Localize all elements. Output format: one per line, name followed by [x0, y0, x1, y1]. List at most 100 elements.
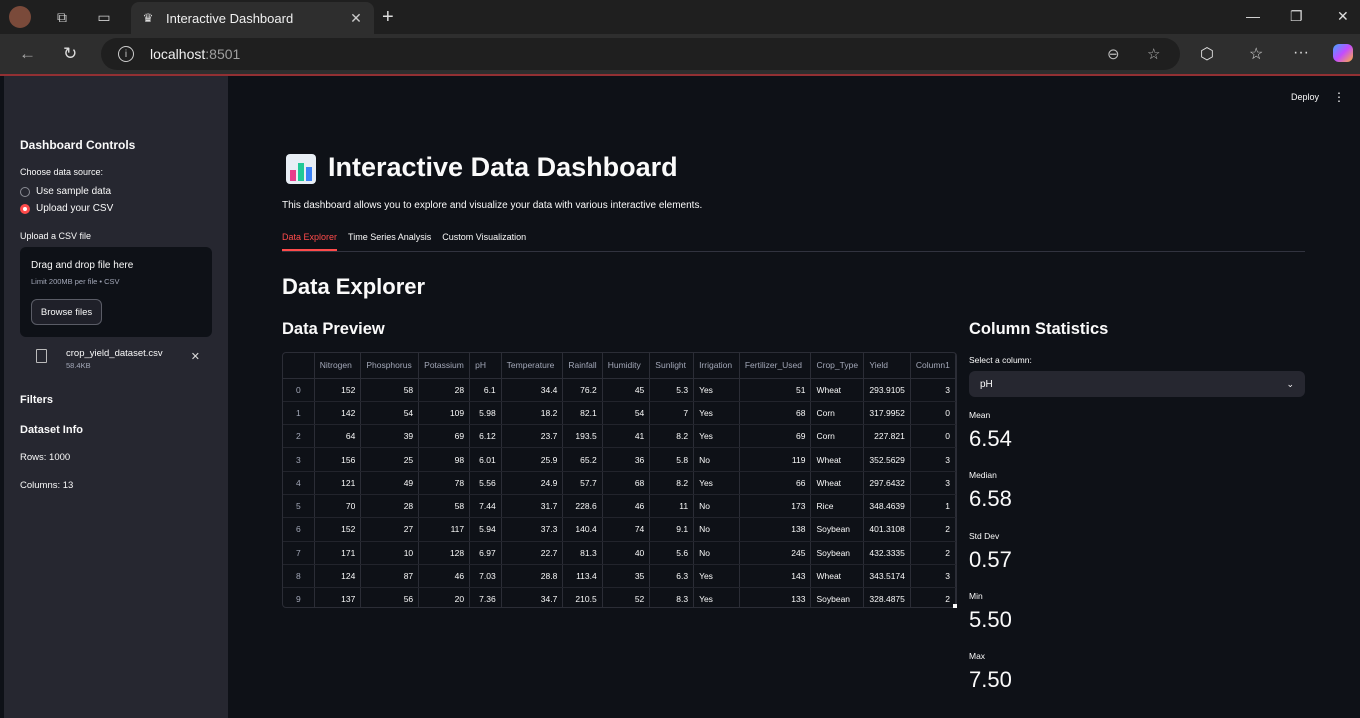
table-cell[interactable]: 7	[649, 401, 695, 426]
table-cell[interactable]: 10	[360, 541, 420, 565]
table-cell[interactable]: No	[693, 447, 740, 472]
table-cell[interactable]: 6.01	[469, 447, 502, 472]
main-menu-icon[interactable]: ⋮	[1333, 90, 1345, 104]
table-cell[interactable]: 109	[418, 401, 471, 426]
table-cell[interactable]: 82.1	[562, 401, 603, 426]
table-cell[interactable]: 28.8	[501, 564, 564, 589]
table-cell[interactable]: 317.9952	[863, 401, 911, 426]
column-header[interactable]: Sunlight	[649, 353, 695, 379]
table-cell[interactable]: 133	[739, 587, 812, 607]
table-cell[interactable]: 78	[418, 471, 471, 495]
radio-use-sample-data[interactable]: Use sample data	[20, 186, 111, 197]
table-cell[interactable]: 40	[602, 541, 651, 565]
table-cell[interactable]: 7.36	[469, 587, 502, 607]
table-resize-handle[interactable]	[953, 604, 957, 608]
table-cell[interactable]: No	[693, 494, 740, 519]
zoom-icon[interactable]: ⊖	[1107, 45, 1120, 63]
table-cell[interactable]: 128	[418, 541, 471, 565]
close-tab-icon[interactable]: ✕	[346, 10, 366, 27]
row-index[interactable]: 1	[283, 401, 315, 426]
table-cell[interactable]: Rice	[810, 494, 865, 519]
table-cell[interactable]: 5.8	[649, 447, 695, 472]
table-cell[interactable]: 36	[602, 447, 651, 472]
table-cell[interactable]: 69	[418, 424, 471, 449]
profile-avatar-icon[interactable]	[9, 6, 31, 28]
table-cell[interactable]: 58	[360, 378, 420, 402]
table-cell[interactable]: 171	[314, 541, 362, 565]
table-cell[interactable]: 0	[910, 424, 956, 449]
browser-tab-active[interactable]: ♛ Interactive Dashboard ✕	[131, 2, 374, 34]
column-select[interactable]: pH ⌄	[969, 371, 1305, 397]
table-cell[interactable]: Soybean	[810, 541, 865, 565]
table-cell[interactable]: 27	[360, 517, 420, 542]
deploy-button[interactable]: Deploy	[1291, 92, 1319, 102]
table-cell[interactable]: 49	[360, 471, 420, 495]
table-cell[interactable]: 8.3	[649, 587, 695, 607]
table-cell[interactable]: 1	[910, 494, 956, 519]
column-header[interactable]: Temperature	[501, 353, 564, 379]
table-cell[interactable]: 65.2	[562, 447, 603, 472]
table-cell[interactable]: No	[693, 517, 740, 542]
browse-files-button[interactable]: Browse files	[31, 299, 102, 325]
url-field[interactable]: i localhost:8501 ⊖ ☆	[101, 38, 1180, 70]
table-cell[interactable]: Yes	[693, 424, 740, 449]
table-cell[interactable]: 25.9	[501, 447, 564, 472]
table-cell[interactable]: 3	[910, 564, 956, 589]
table-row[interactable]: 3 156 25 98 6.01 25.9 65.2 36 5.8 No 119 Wheat 352.5…	[283, 447, 956, 472]
table-cell[interactable]: 152	[314, 517, 362, 542]
table-row[interactable]: 8 124 87 46 7.03 28.8 113.4 35 6.3 Yes 143 Wheat 343…	[283, 564, 956, 589]
table-cell[interactable]: 6.1	[469, 378, 502, 402]
table-cell[interactable]: Wheat	[810, 471, 865, 495]
table-cell[interactable]: 2	[910, 587, 956, 607]
table-cell[interactable]: 51	[739, 378, 812, 402]
table-cell[interactable]: 37.3	[501, 517, 564, 542]
favorite-star-icon[interactable]: ☆	[1147, 45, 1160, 63]
table-cell[interactable]: 52	[602, 587, 651, 607]
refresh-icon[interactable]: ↻	[63, 44, 77, 64]
table-cell[interactable]: 432.3335	[863, 541, 911, 565]
copilot-icon[interactable]	[1333, 44, 1353, 62]
tab-time-series-analysis[interactable]: Time Series Analysis	[348, 232, 431, 251]
table-cell[interactable]: 35	[602, 564, 651, 589]
table-cell[interactable]: 2	[910, 541, 956, 565]
table-cell[interactable]: 81.3	[562, 541, 603, 565]
column-header[interactable]: Potassium	[418, 353, 471, 379]
table-cell[interactable]: 9.1	[649, 517, 695, 542]
table-cell[interactable]: 297.6432	[863, 471, 911, 495]
table-cell[interactable]: Corn	[810, 424, 865, 449]
row-index[interactable]: 3	[283, 447, 315, 472]
table-cell[interactable]: 68	[602, 471, 651, 495]
row-index[interactable]: 8	[283, 564, 315, 589]
back-icon[interactable]: ←	[19, 44, 36, 64]
table-cell[interactable]: 46	[418, 564, 471, 589]
table-cell[interactable]: 28	[360, 494, 420, 519]
table-cell[interactable]: 117	[418, 517, 471, 542]
table-cell[interactable]: 18.2	[501, 401, 564, 426]
table-cell[interactable]: 66	[739, 471, 812, 495]
table-cell[interactable]: 74	[602, 517, 651, 542]
table-cell[interactable]: 228.6	[562, 494, 603, 519]
row-index[interactable]: 4	[283, 471, 315, 495]
tab-data-explorer[interactable]: Data Explorer	[282, 232, 338, 251]
table-cell[interactable]: 352.5629	[863, 447, 911, 472]
table-cell[interactable]: 5.56	[469, 471, 502, 495]
table-row[interactable]: 0 152 58 28 6.1 34.4 76.2 45 5.3 Yes 51 Wheat 293.91…	[283, 378, 956, 402]
table-row[interactable]: 9 137 56 20 7.36 34.7 210.5 52 8.3 Yes 133 Soybean 3…	[283, 587, 956, 607]
table-cell[interactable]: 0	[910, 401, 956, 426]
row-index[interactable]: 7	[283, 541, 315, 565]
table-row[interactable]: 7 171 10 128 6.97 22.7 81.3 40 5.6 No 245 Soybean 43…	[283, 541, 956, 565]
table-cell[interactable]: 45	[602, 378, 651, 402]
table-cell[interactable]: 76.2	[562, 378, 603, 402]
table-cell[interactable]: 173	[739, 494, 812, 519]
table-cell[interactable]: 7.44	[469, 494, 502, 519]
table-cell[interactable]: 54	[602, 401, 651, 426]
table-cell[interactable]: 11	[649, 494, 695, 519]
table-cell[interactable]: 68	[739, 401, 812, 426]
table-cell[interactable]: 23.7	[501, 424, 564, 449]
table-cell[interactable]: 142	[314, 401, 362, 426]
table-cell[interactable]: 69	[739, 424, 812, 449]
table-cell[interactable]: 348.4639	[863, 494, 911, 519]
column-header[interactable]: Humidity	[602, 353, 651, 379]
radio-upload-csv[interactable]: Upload your CSV	[20, 203, 113, 214]
radio-dot-selected[interactable]	[20, 203, 30, 214]
